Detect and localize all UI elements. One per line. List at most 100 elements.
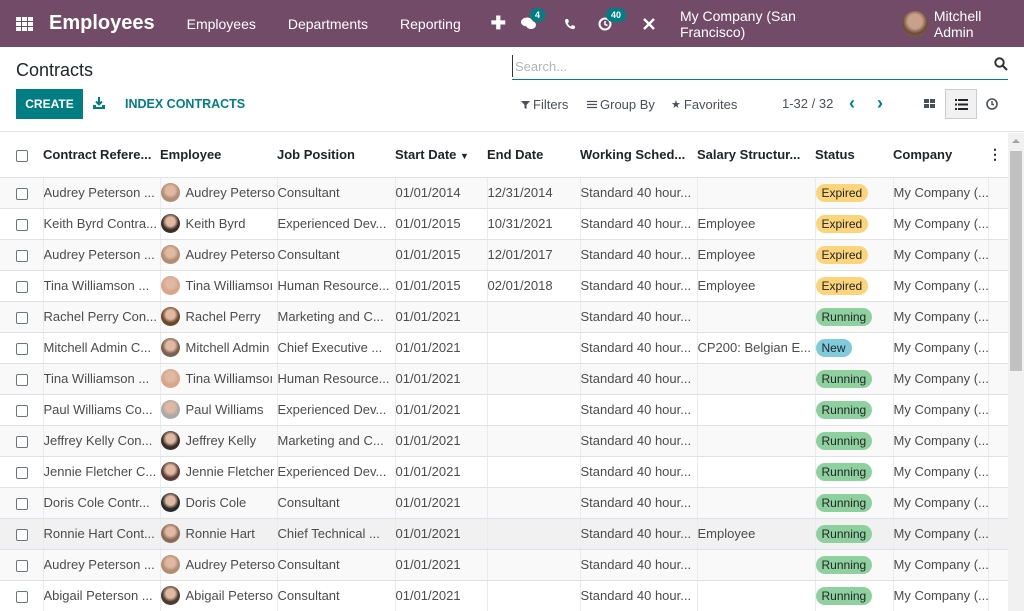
contract-reference-text: Keith Byrd Contra... bbox=[43, 216, 157, 231]
salary-structure-text: Employee bbox=[697, 278, 756, 293]
start-date: 01/01/2021 bbox=[395, 549, 488, 581]
table-row[interactable]: Audrey Peterson ... Audrey Peterso Consult… bbox=[0, 549, 1008, 581]
menu-employees[interactable]: Employees bbox=[171, 16, 272, 32]
employee-cell: Jeffrey Kelly bbox=[160, 425, 278, 457]
table-row[interactable]: Audrey Peterson ... Audrey Peterso Consult… bbox=[0, 239, 1008, 271]
pager-value[interactable]: 1-32 / 32 bbox=[782, 96, 833, 111]
top-navbar: Employees Employees Departments Reportin… bbox=[0, 0, 1024, 47]
status-cell: Expired bbox=[815, 270, 894, 302]
table-row[interactable]: Tina Williamson ... Tina Williamsoı Human … bbox=[0, 270, 1008, 302]
table-row[interactable]: Jennie Fletcher C... Jennie Fletcher Exper… bbox=[0, 456, 1008, 488]
column-header-reference[interactable]: Contract Refere... bbox=[43, 133, 160, 178]
column-header-job[interactable]: Job Position bbox=[277, 133, 395, 178]
contract-reference-text: Jeffrey Kelly Con... bbox=[43, 433, 153, 448]
menu-departments[interactable]: Departments bbox=[272, 16, 384, 32]
row-checkbox[interactable] bbox=[0, 301, 44, 333]
table-row[interactable]: Doris Cole Contr... Doris Cole Consultant 0… bbox=[0, 487, 1008, 519]
row-checkbox[interactable] bbox=[0, 394, 44, 426]
contract-reference-text: Ronnie Hart Cont... bbox=[43, 526, 155, 541]
filters-button[interactable]: Filters bbox=[521, 97, 568, 112]
contract-reference: Mitchell Admin C... bbox=[43, 332, 161, 364]
company: My Company (... bbox=[893, 239, 989, 271]
pager-next-icon[interactable]: › bbox=[877, 94, 883, 112]
employee-name: Jeffrey Kelly bbox=[185, 433, 257, 448]
download-icon[interactable] bbox=[92, 96, 106, 110]
row-checkbox[interactable] bbox=[0, 177, 44, 209]
row-checkbox[interactable] bbox=[0, 549, 44, 581]
table-row[interactable]: Jeffrey Kelly Con... Jeffrey Kelly Marketi… bbox=[0, 425, 1008, 457]
status-cell: Expired bbox=[815, 239, 894, 271]
search-input[interactable] bbox=[512, 55, 982, 77]
company-switcher[interactable]: My Company (San Francisco) bbox=[680, 8, 865, 40]
scroll-thumb[interactable] bbox=[1010, 151, 1022, 371]
status-badge: Running bbox=[815, 524, 873, 543]
column-header-status[interactable]: Status bbox=[815, 133, 893, 178]
menu-reporting[interactable]: Reporting bbox=[384, 16, 477, 32]
end-date: 02/01/2018 bbox=[487, 270, 581, 302]
row-spacer bbox=[988, 487, 1008, 519]
column-header-end-date[interactable]: End Date bbox=[487, 133, 580, 178]
table-row[interactable]: Mitchell Admin C... Mitchell Admin Chief E… bbox=[0, 332, 1008, 364]
contract-reference: Jeffrey Kelly Con... bbox=[43, 425, 161, 457]
contract-reference: Rachel Perry Con... bbox=[43, 301, 161, 333]
index-contracts-button[interactable]: INDEX CONTRACTS bbox=[125, 97, 245, 111]
kanban-view-button[interactable] bbox=[914, 89, 946, 119]
row-checkbox[interactable] bbox=[0, 239, 44, 271]
table-row[interactable]: Abigail Peterson ... Abigail Peterso Consu… bbox=[0, 580, 1008, 611]
table-row[interactable]: Keith Byrd Contra... Keith Byrd Experience… bbox=[0, 208, 1008, 240]
row-checkbox[interactable] bbox=[0, 363, 44, 395]
employee-cell: Mitchell Admin bbox=[160, 332, 278, 364]
pager-previous-icon[interactable]: ‹ bbox=[849, 94, 855, 112]
table-row[interactable]: Ronnie Hart Cont... Ronnie Hart Chief Tech… bbox=[0, 518, 1008, 550]
activity-view-button[interactable] bbox=[976, 89, 1008, 119]
phone-button[interactable] bbox=[564, 18, 576, 30]
select-all-checkbox[interactable] bbox=[0, 133, 43, 178]
row-checkbox[interactable] bbox=[0, 518, 44, 550]
table-row[interactable]: Tina Williamson ... Tina Williamsoı Human … bbox=[0, 363, 1008, 395]
column-header-company[interactable]: Company bbox=[893, 133, 988, 178]
contract-reference-text: Doris Cole Contr... bbox=[43, 495, 150, 510]
column-header-schedule[interactable]: Working Sched... bbox=[580, 133, 697, 178]
employee-cell: Ronnie Hart bbox=[160, 518, 278, 550]
company: My Company (... bbox=[893, 425, 989, 457]
contract-reference: Audrey Peterson ... bbox=[43, 177, 161, 209]
status-cell: Running bbox=[815, 518, 894, 550]
plus-icon[interactable]: ✚ bbox=[491, 13, 506, 34]
favorites-button[interactable]: ★ Favorites bbox=[671, 97, 737, 112]
row-checkbox[interactable] bbox=[0, 208, 44, 240]
column-header-employee[interactable]: Employee bbox=[160, 133, 277, 178]
employee-name: Audrey Peterso bbox=[185, 247, 276, 262]
user-menu[interactable]: Mitchell Admin bbox=[901, 8, 1024, 40]
optional-columns-icon[interactable]: ⋮ bbox=[988, 133, 1008, 178]
table-row[interactable]: Audrey Peterson ... Audrey Peterso Consult… bbox=[0, 177, 1008, 209]
column-header-start-date[interactable]: Start Date ▼ bbox=[395, 133, 487, 178]
row-checkbox[interactable] bbox=[0, 580, 44, 611]
row-checkbox[interactable] bbox=[0, 456, 44, 488]
table-row[interactable]: Rachel Perry Con... Rachel Perry Marketing… bbox=[0, 301, 1008, 333]
employee-avatar bbox=[160, 400, 180, 419]
salary-structure: CP200: Belgian E... bbox=[697, 332, 816, 364]
start-date-text: 01/01/2021 bbox=[395, 371, 461, 386]
company-text: My Company (... bbox=[893, 464, 988, 479]
row-checkbox[interactable] bbox=[0, 332, 44, 364]
user-avatar bbox=[901, 10, 928, 37]
column-header-salary[interactable]: Salary Structur... bbox=[697, 133, 815, 178]
activities-button[interactable]: 40 bbox=[596, 7, 626, 31]
row-checkbox[interactable] bbox=[0, 270, 44, 302]
group-by-button[interactable]: Group By bbox=[587, 97, 655, 112]
debug-tools-button[interactable] bbox=[642, 17, 656, 31]
create-button[interactable]: CREATE bbox=[16, 89, 83, 119]
search-icon[interactable] bbox=[994, 57, 1008, 71]
table-row[interactable]: Paul Williams Co... Paul Williams Experien… bbox=[0, 394, 1008, 426]
messages-button[interactable]: 4 bbox=[520, 7, 546, 31]
row-checkbox[interactable] bbox=[0, 425, 44, 457]
scroll-up-arrow[interactable] bbox=[1012, 139, 1020, 143]
apps-menu-icon[interactable] bbox=[16, 16, 33, 31]
main-menu: Employees Departments Reporting bbox=[171, 16, 477, 32]
scrollbar[interactable] bbox=[1008, 133, 1024, 611]
app-title[interactable]: Employees bbox=[49, 12, 155, 35]
group-by-label: Group By bbox=[600, 97, 655, 112]
row-checkbox[interactable] bbox=[0, 487, 44, 519]
list-view-button[interactable] bbox=[945, 89, 977, 119]
end-date-text: 10/31/2021 bbox=[487, 216, 553, 231]
